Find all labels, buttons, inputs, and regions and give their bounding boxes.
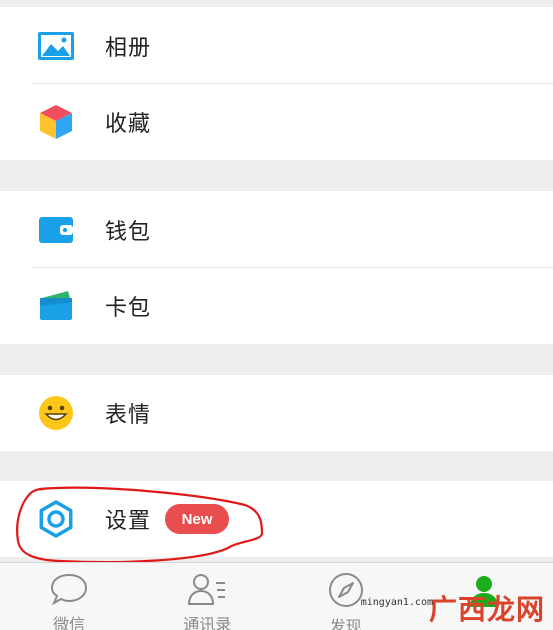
section-gap — [0, 160, 553, 191]
section-gap — [0, 451, 553, 481]
me-page: 相册 收藏 钱包 卡包 表情 设置 New 微信 通讯录 发现 mingyan1… — [0, 0, 553, 630]
menu-item-label: 卡包 — [105, 296, 152, 321]
top-spacer — [0, 0, 553, 7]
menu-group-3: 表情 — [0, 375, 553, 451]
menu-group-2: 钱包 卡包 — [0, 191, 553, 344]
album-icon — [36, 26, 76, 66]
tab-label: 微信 — [53, 615, 86, 630]
sticker-icon — [36, 393, 76, 433]
new-badge: New — [165, 504, 230, 534]
card-package-icon — [36, 286, 76, 326]
menu-item-wallet[interactable]: 钱包 — [0, 191, 553, 268]
menu-item-label: 钱包 — [105, 219, 152, 245]
wallet-icon — [36, 210, 76, 250]
tab-label: 通讯录 — [183, 615, 232, 630]
favorites-icon — [36, 102, 76, 142]
menu-item-label: 表情 — [105, 403, 152, 428]
menu-item-label: 收藏 — [105, 112, 152, 137]
tab-contacts[interactable]: 通讯录 — [138, 563, 276, 630]
contacts-icon — [186, 571, 228, 607]
tab-chats[interactable]: 微信 — [0, 563, 138, 630]
bottom-tab-bar: 微信 通讯录 发现 — [0, 562, 553, 630]
menu-item-album[interactable]: 相册 — [0, 7, 553, 84]
menu-group-4: 设置 New — [0, 481, 553, 557]
menu-item-stickers[interactable]: 表情 — [0, 375, 553, 451]
section-gap — [0, 344, 553, 375]
menu-item-favorites[interactable]: 收藏 — [0, 84, 553, 160]
menu-item-label: 设置 — [105, 509, 152, 534]
settings-icon — [36, 499, 76, 539]
tab-me[interactable]: 我 — [415, 563, 553, 630]
tab-label: 发现 — [329, 617, 362, 630]
me-icon — [463, 571, 505, 609]
menu-item-label: 相册 — [105, 35, 152, 61]
watermark-url: mingyan1.com — [360, 597, 433, 608]
menu-item-card-package[interactable]: 卡包 — [0, 268, 553, 344]
menu-group-1: 相册 收藏 — [0, 7, 553, 160]
menu-item-settings[interactable]: 设置 New — [0, 481, 553, 557]
chat-bubble-icon — [48, 571, 90, 607]
